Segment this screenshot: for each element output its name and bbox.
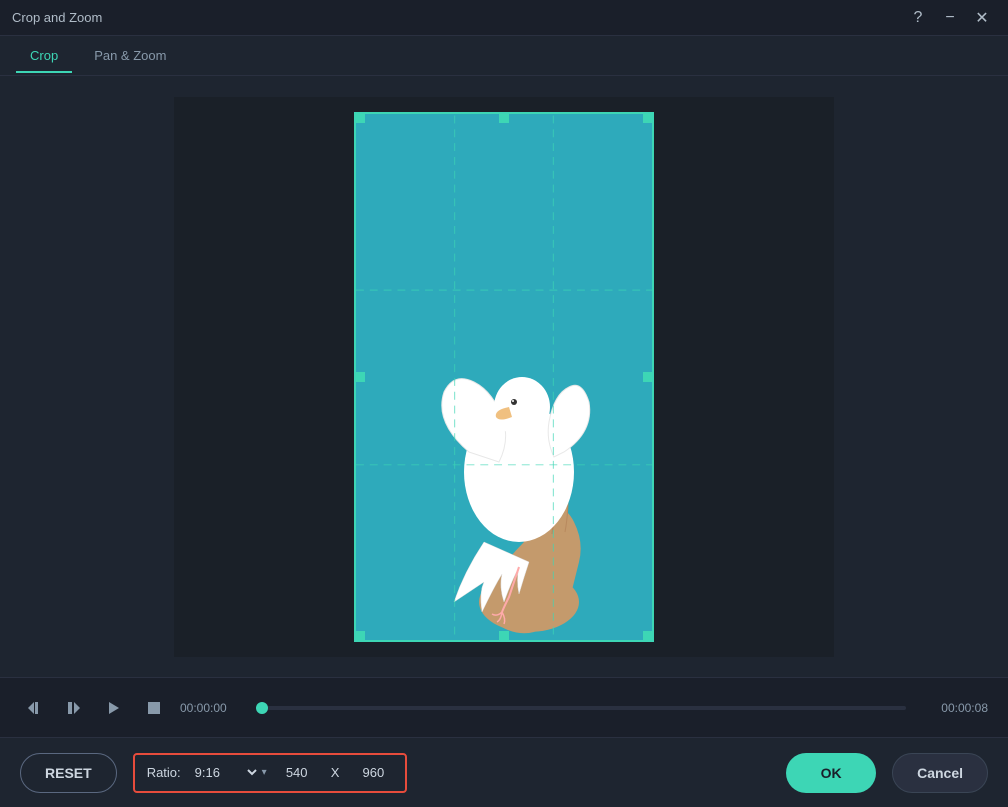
ratio-select[interactable]: 9:16 16:9 1:1 4:3 3:4 Custom xyxy=(191,764,260,781)
close-button[interactable]: ✕ xyxy=(968,6,996,30)
preview-image xyxy=(354,112,654,642)
ok-button[interactable]: OK xyxy=(786,753,876,793)
reset-button[interactable]: RESET xyxy=(20,753,117,793)
video-preview xyxy=(174,97,834,657)
ratio-x-separator: X xyxy=(331,765,340,780)
progress-thumb[interactable] xyxy=(256,702,268,714)
window-title: Crop and Zoom xyxy=(12,10,102,25)
minimize-button[interactable]: − xyxy=(936,6,964,30)
title-bar-controls: ? − ✕ xyxy=(904,6,996,30)
tab-pan-zoom[interactable]: Pan & Zoom xyxy=(80,40,180,73)
current-time-display: 00:00:00 xyxy=(180,701,250,715)
play-button[interactable] xyxy=(100,694,128,722)
progress-track[interactable] xyxy=(262,706,906,710)
ratio-height-input[interactable] xyxy=(353,765,393,780)
stop-button[interactable] xyxy=(140,694,168,722)
ratio-width-input[interactable] xyxy=(277,765,317,780)
help-button[interactable]: ? xyxy=(904,6,932,30)
bottom-controls: RESET Ratio: 9:16 16:9 1:1 4:3 3:4 Custo… xyxy=(0,737,1008,807)
title-bar: Crop and Zoom ? − ✕ xyxy=(0,0,1008,36)
tab-crop[interactable]: Crop xyxy=(16,40,72,73)
progress-container[interactable] xyxy=(262,706,906,710)
play-pause-button[interactable] xyxy=(60,694,88,722)
cancel-button[interactable]: Cancel xyxy=(892,753,988,793)
ratio-box: Ratio: 9:16 16:9 1:1 4:3 3:4 Custom ▾ X xyxy=(133,753,408,793)
ratio-select-wrapper[interactable]: 9:16 16:9 1:1 4:3 3:4 Custom ▾ xyxy=(191,764,267,781)
image-frame[interactable] xyxy=(354,112,654,642)
step-back-button[interactable] xyxy=(20,694,48,722)
ratio-chevron-icon: ▾ xyxy=(262,767,267,778)
main-content xyxy=(0,76,1008,677)
tabs-container: Crop Pan & Zoom xyxy=(0,36,1008,76)
total-time-display: 00:00:08 xyxy=(918,701,988,715)
title-bar-left: Crop and Zoom xyxy=(12,10,102,25)
ratio-label: Ratio: xyxy=(147,765,181,780)
timeline-bar: 00:00:00 00:00:08 xyxy=(0,677,1008,737)
